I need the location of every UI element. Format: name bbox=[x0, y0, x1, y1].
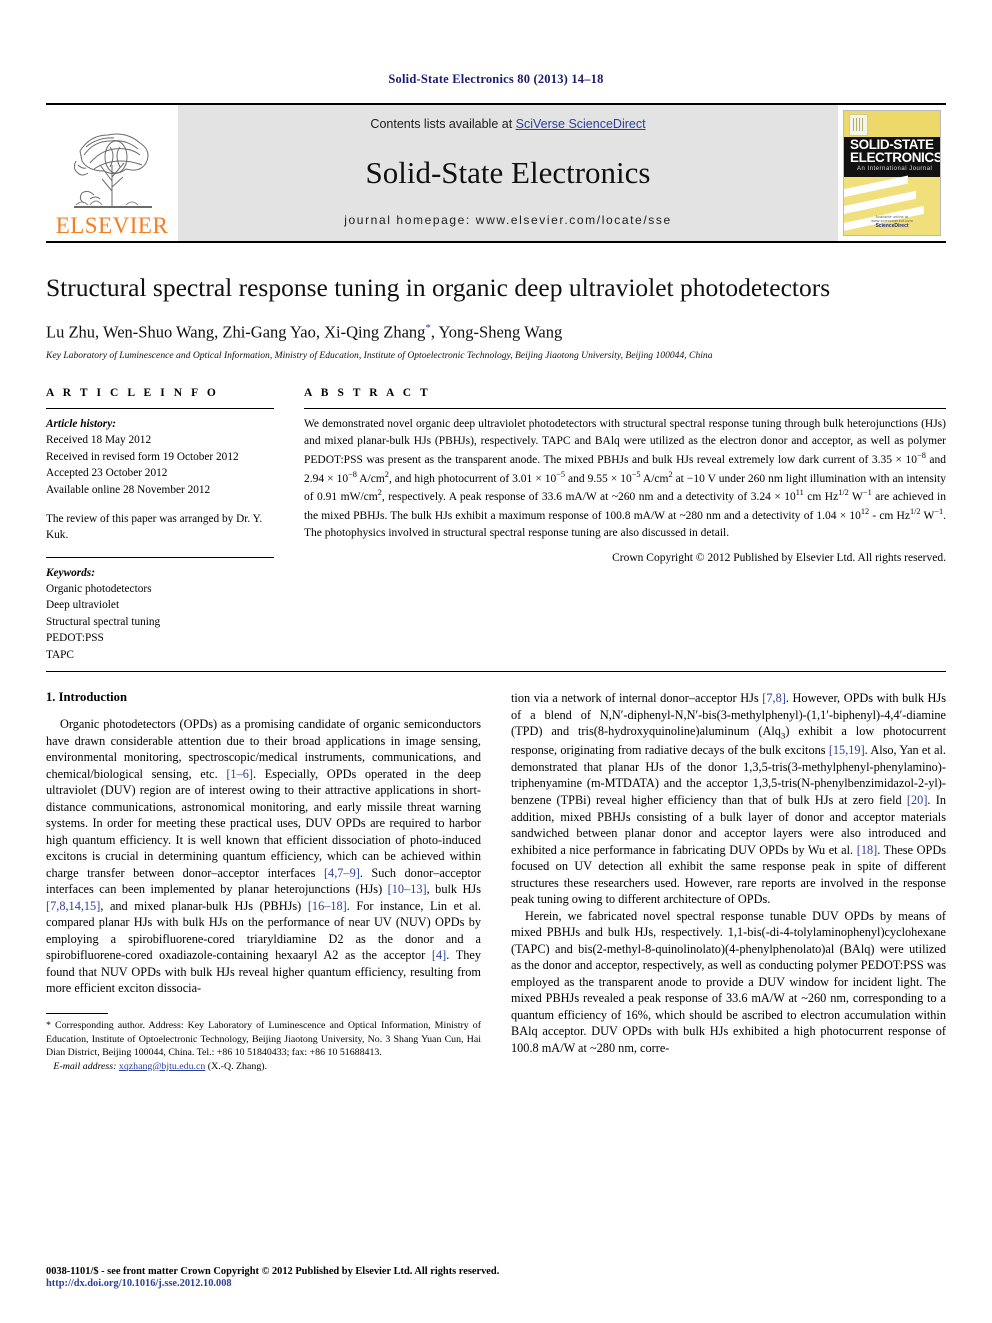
email-link[interactable]: xqzhang@bjtu.edu.cn bbox=[119, 1061, 205, 1072]
cover-foot-small: Available online at www.sciencedirect.co… bbox=[871, 215, 913, 223]
footnote-rule bbox=[46, 1013, 108, 1014]
elsevier-wordmark: ELSEVIER bbox=[55, 213, 169, 238]
history-item: Accepted 23 October 2012 bbox=[46, 467, 168, 480]
journal-masthead: ELSEVIER Contents lists available at Sci… bbox=[46, 103, 946, 243]
body-column-left: 1. Introduction Organic photodetectors (… bbox=[46, 690, 481, 1074]
cover-subtitle: An International Journal bbox=[857, 166, 933, 172]
keywords-label: Keywords: bbox=[46, 566, 95, 579]
article-info-column: A R T I C L E I N F O Article history: R… bbox=[46, 387, 274, 663]
author-list: Lu Zhu, Wen-Shuo Wang, Zhi-Gang Yao, Xi-… bbox=[46, 322, 946, 343]
section-heading-introduction: 1. Introduction bbox=[46, 689, 127, 704]
divider bbox=[46, 556, 274, 558]
history-item: Received 18 May 2012 bbox=[46, 434, 152, 447]
footer-doi-link[interactable]: http://dx.doi.org/10.1016/j.sse.2012.10.… bbox=[46, 1278, 946, 1289]
divider bbox=[46, 408, 274, 410]
article-history: Article history: Received 18 May 2012 Re… bbox=[46, 416, 274, 544]
history-item: Available online 28 November 2012 bbox=[46, 483, 211, 496]
cover-title-line2: ELECTRONICS bbox=[850, 150, 941, 165]
keyword-item: Organic photodetectors bbox=[46, 583, 152, 596]
journal-banner: Contents lists available at SciVerse Sci… bbox=[178, 105, 838, 241]
review-note: The review of this paper was arranged by… bbox=[46, 512, 263, 542]
cover-foot-brand: ScienceDirect bbox=[875, 223, 909, 229]
contents-available-line: Contents lists available at SciVerse Sci… bbox=[370, 117, 645, 131]
page-footer: 0038-1101/$ - see front matter Crown Cop… bbox=[46, 1266, 946, 1289]
abstract-column: A B S T R A C T We demonstrated novel or… bbox=[304, 387, 946, 663]
authors-tail: , Yong-Sheng Wang bbox=[430, 322, 563, 342]
footnote-address: * Corresponding author. Address: Key Lab… bbox=[46, 1020, 481, 1059]
page-title: Structural spectral response tuning in o… bbox=[46, 273, 831, 302]
journal-homepage[interactable]: journal homepage: www.elsevier.com/locat… bbox=[344, 213, 671, 227]
running-head: Solid-State Electronics 80 (2013) 14–18 bbox=[388, 72, 604, 86]
keyword-item: Structural spectral tuning bbox=[46, 615, 161, 628]
article-info-heading: A R T I C L E I N F O bbox=[46, 387, 219, 400]
body-column-right: tion via a network of internal donor–acc… bbox=[511, 690, 946, 1074]
paper-page: Solid-State Electronics 80 (2013) 14–18 bbox=[0, 0, 992, 1323]
authors-main: Lu Zhu, Wen-Shuo Wang, Zhi-Gang Yao, Xi-… bbox=[46, 322, 426, 342]
footer-issn-line: 0038-1101/$ - see front matter Crown Cop… bbox=[46, 1266, 500, 1277]
abstract-text: We demonstrated novel organic deep ultra… bbox=[304, 418, 946, 539]
cover-art: SOLID-STATE ELECTRONICS An International… bbox=[843, 110, 941, 236]
paragraph: Herein, we fabricated novel spectral res… bbox=[511, 908, 946, 1055]
paragraph: tion via a network of internal donor–acc… bbox=[511, 690, 947, 907]
cover-footer: Available online at www.sciencedirect.co… bbox=[866, 215, 918, 229]
journal-cover-thumbnail: SOLID-STATE ELECTRONICS An International… bbox=[838, 105, 946, 241]
sciencedirect-link[interactable]: SciVerse ScienceDirect bbox=[516, 117, 646, 131]
divider bbox=[304, 408, 946, 410]
elsevier-logo: ELSEVIER bbox=[46, 105, 178, 241]
article-history-label: Article history: bbox=[46, 418, 116, 431]
abstract-copyright: Crown Copyright © 2012 Published by Else… bbox=[612, 551, 946, 564]
info-abstract-block: A R T I C L E I N F O Article history: R… bbox=[46, 387, 946, 672]
abstract-heading: A B S T R A C T bbox=[304, 387, 431, 400]
cover-elsevier-mark-icon bbox=[849, 114, 868, 136]
contents-prefix: Contents lists available at bbox=[370, 117, 516, 131]
keyword-item: TAPC bbox=[46, 648, 74, 661]
title-block: Structural spectral response tuning in o… bbox=[46, 273, 946, 361]
paragraph: Organic photodetectors (OPDs) as a promi… bbox=[46, 716, 482, 996]
email-label: E-mail address: bbox=[53, 1060, 117, 1072]
email-owner: (X.-Q. Zhang). bbox=[207, 1060, 268, 1072]
article-body: 1. Introduction Organic photodetectors (… bbox=[46, 690, 946, 1074]
keyword-item: Deep ultraviolet bbox=[46, 599, 120, 612]
journal-title: Solid-State Electronics bbox=[365, 155, 651, 190]
history-item: Received in revised form 19 October 2012 bbox=[46, 450, 239, 463]
affiliation: Key Laboratory of Luminescence and Optic… bbox=[46, 350, 713, 362]
corresponding-author-footnote: * Corresponding author. Address: Key Lab… bbox=[46, 1019, 481, 1074]
keywords-block: Keywords: Organic photodetectors Deep ul… bbox=[46, 565, 274, 663]
elsevier-tree-icon bbox=[60, 121, 164, 213]
keyword-item: PEDOT:PSS bbox=[46, 632, 104, 645]
